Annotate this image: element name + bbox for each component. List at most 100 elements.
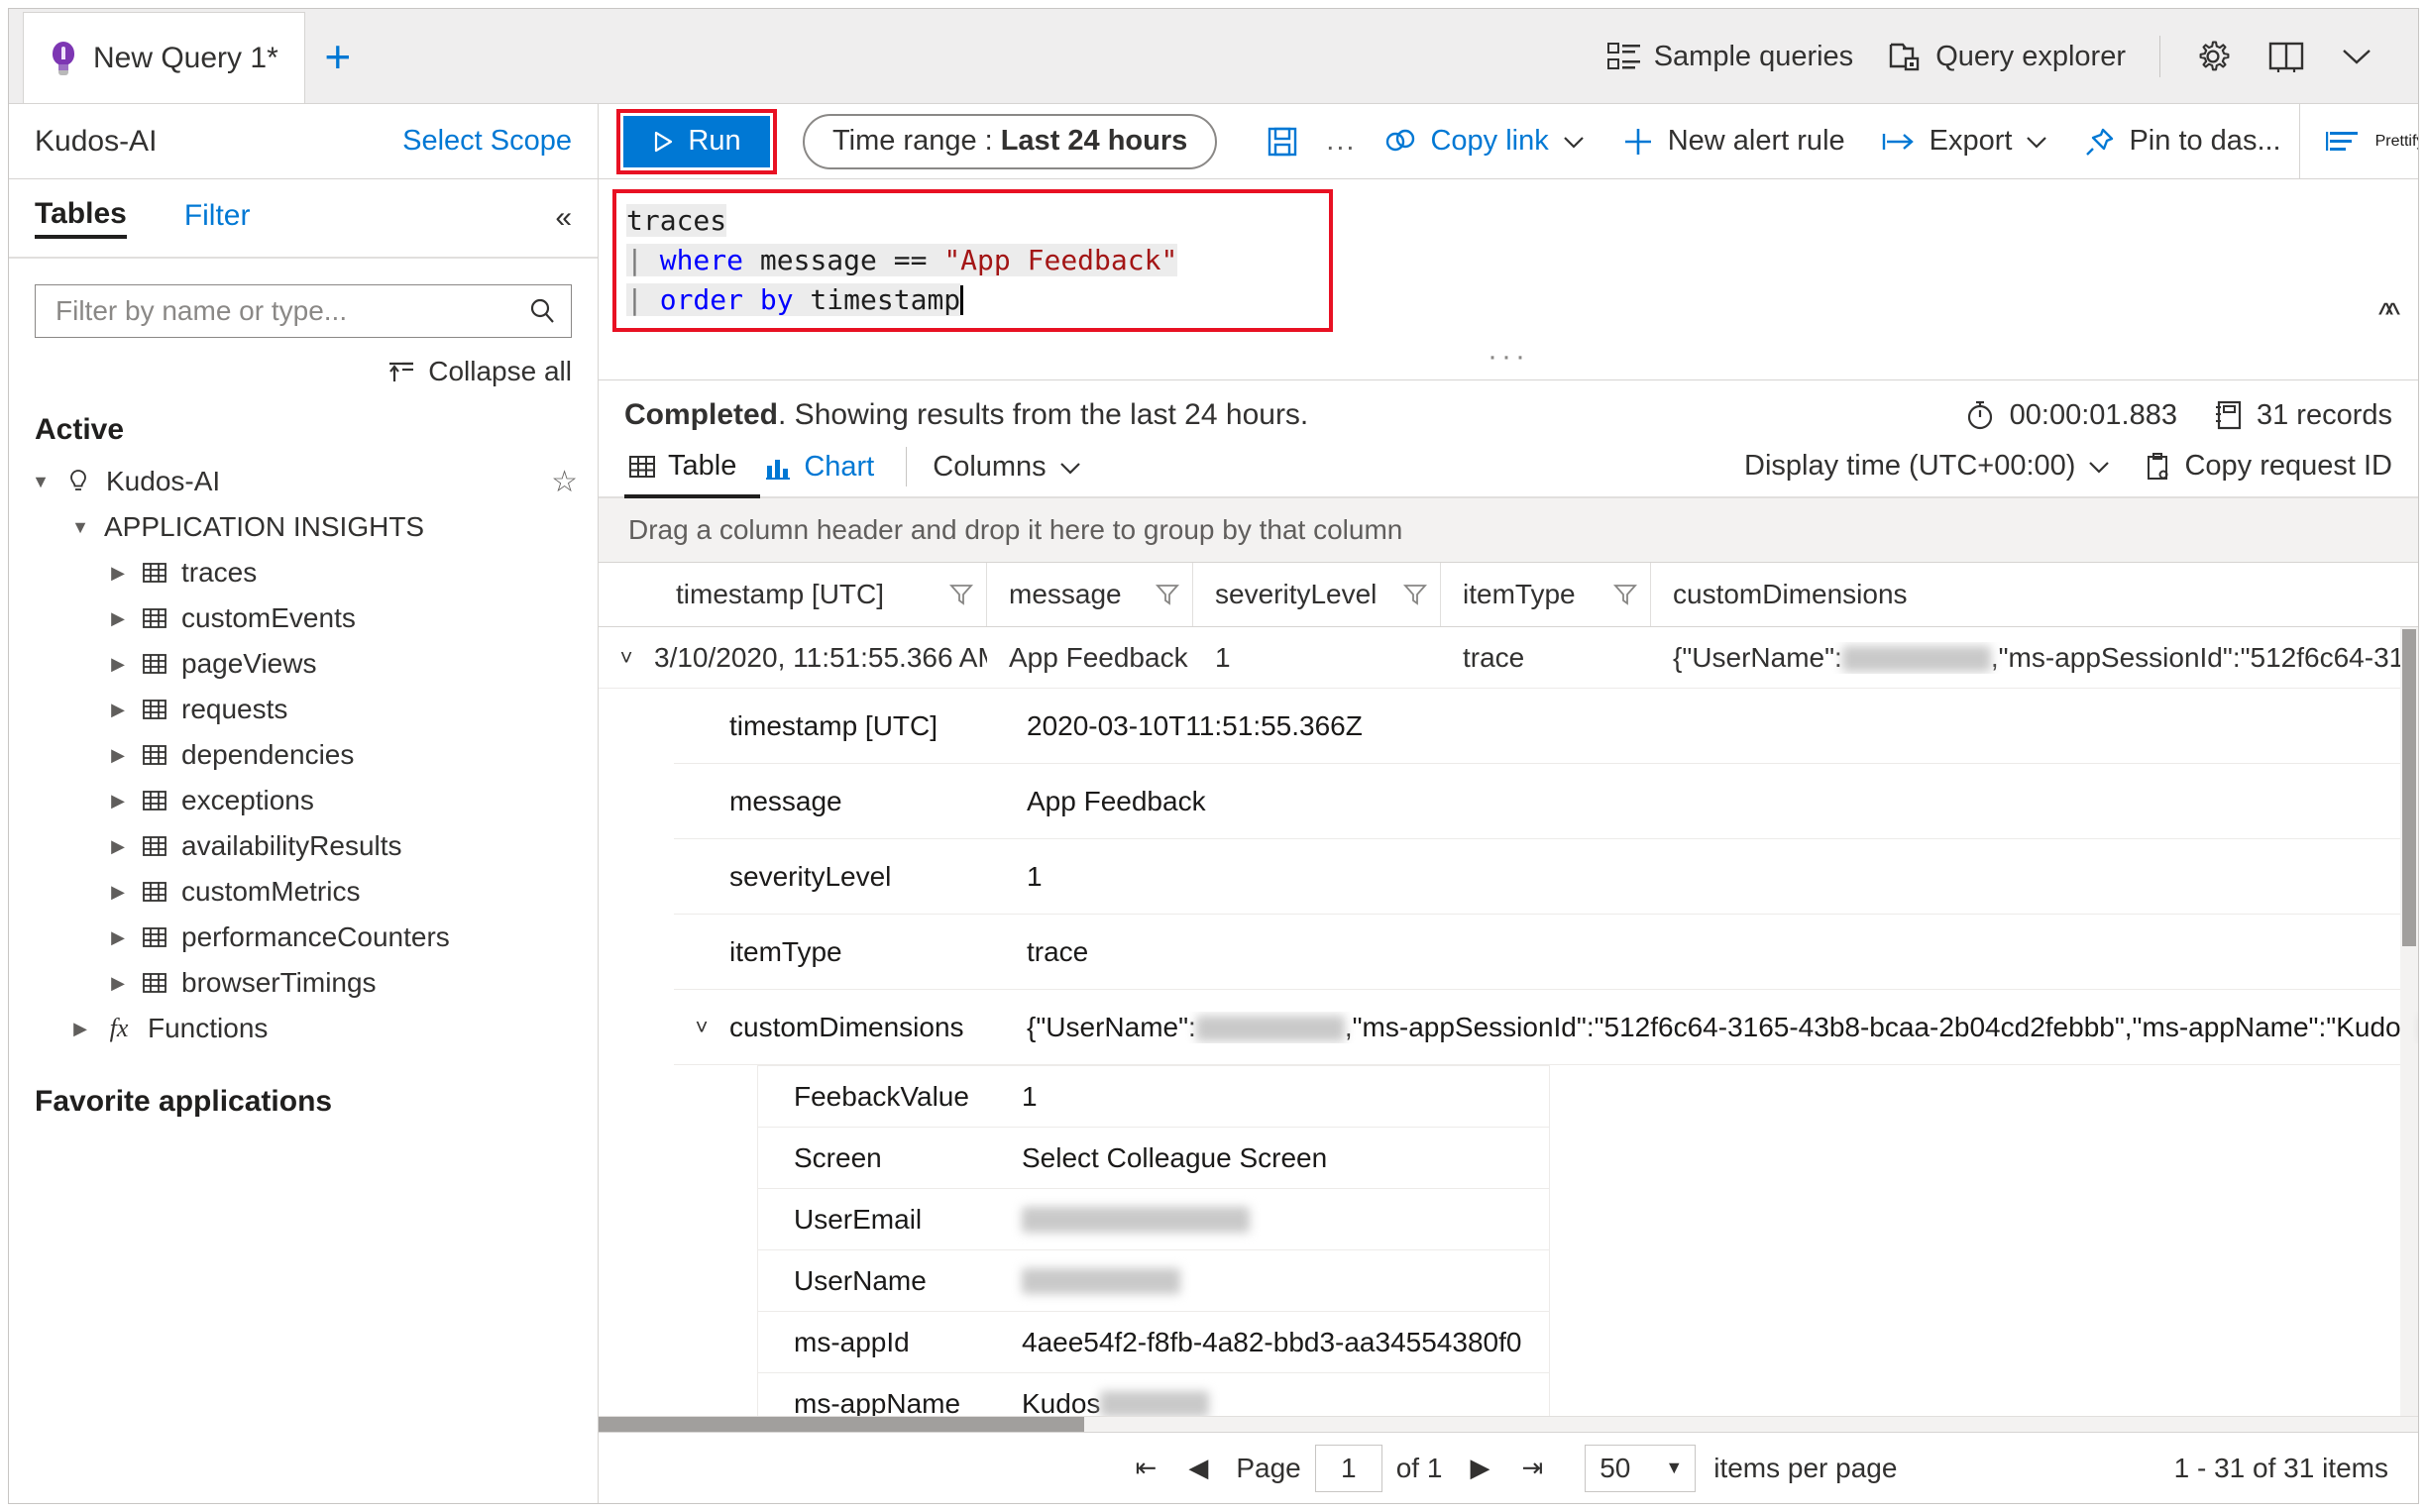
group-by-dropzone[interactable]: Drag a column header and drop it here to… [599,498,2418,563]
custom-dimension-row: ms-appId 4aee54f2-f8fb-4a82-bbd3-aa345543… [758,1312,1549,1373]
search-input[interactable] [54,294,527,328]
chevron-down-icon [2025,133,2048,151]
gear-icon [2194,38,2232,75]
book-icon [2267,40,2305,73]
column-header-message[interactable]: message [987,563,1193,626]
pane-tabs: Tables Filter « [9,179,598,259]
table-icon [142,560,167,586]
grid-body: ˅ 3/10/2020, 11:51:55.366 AM App Feedbac… [599,627,2418,1416]
query-explorer-button[interactable]: Query explorer [1871,33,2144,80]
custom-dimension-value: 4aee54f2-f8fb-4a82-bbd3-aa34554380f0 [1022,1326,1522,1357]
custom-dimension-value: Kudos [1022,1387,1101,1417]
pin-to-dashboard-button[interactable]: Pin to das... [2066,118,2298,165]
display-time-dropdown[interactable]: Display time (UTC+00:00) [1744,450,2111,483]
caret-right-icon: ▶ [111,744,125,765]
vertical-scrollbar-track[interactable] [2400,627,2418,1416]
tree-node-table[interactable]: ▶ exceptions [9,778,598,823]
custom-dimension-row: Screen Select Colleague Screen [758,1128,1549,1189]
new-tab-button[interactable]: + [305,24,371,89]
export-button[interactable]: Export [1863,119,2067,163]
tree-node-table[interactable]: ▶ traces [9,550,598,595]
tree-node-table[interactable]: ▶ availabilityResults [9,823,598,869]
tree-group-application-insights[interactable]: ▼ APPLICATION INSIGHTS [9,504,598,550]
column-header-severitylevel[interactable]: severityLevel [1193,563,1441,626]
run-button[interactable]: Run [623,115,770,167]
more-chevron-button[interactable] [2323,38,2390,75]
help-book-button[interactable] [2250,32,2323,81]
custom-dimension-key: UserName [794,1264,927,1296]
tab-tables[interactable]: Tables [35,197,127,239]
sample-queries-button[interactable]: Sample queries [1590,34,1872,79]
tree-node-table-label: exceptions [181,785,314,815]
new-alert-rule-button[interactable]: New alert rule [1603,117,1863,166]
query-line-3: | order by timestamp [626,280,1319,320]
tree-node-root[interactable]: ▼ Kudos-AI ☆ [9,459,598,504]
save-button[interactable] [1249,118,1316,165]
horizontal-scrollbar-thumb[interactable] [599,1417,1084,1432]
previous-page-button[interactable]: ◀ [1172,1453,1224,1483]
tree-node-table[interactable]: ▶ customMetrics [9,869,598,915]
tree-node-table[interactable]: ▶ pageViews [9,641,598,687]
caret-right-icon: ▶ [111,607,125,628]
last-page-button[interactable]: ⇥ [1505,1453,1559,1483]
vertical-scrollbar-thumb[interactable] [2402,629,2416,946]
tree-node-table[interactable]: ▶ browserTimings [9,960,598,1006]
tables-tree: ▼ Kudos-AI ☆ ▼ APPLICATION INSIGHTS ▶ tra… [9,453,598,1051]
copy-link-button[interactable]: Copy link [1366,119,1602,164]
tab-table[interactable]: Table [624,446,761,498]
detail-value: 2020-03-10T11:51:55.366Z [1027,709,1363,741]
copy-request-id-button[interactable]: Copy request ID [2145,450,2392,483]
tree-node-table[interactable]: ▶ performanceCounters [9,915,598,960]
tree-node-table-label: requests [181,694,288,724]
settings-button[interactable] [2176,30,2250,83]
collapse-pane-icon[interactable]: « [555,201,572,235]
query-command-group: Run Time range : Last 24 hours ... Copy … [599,104,2418,178]
scope-selector[interactable]: Kudos-AI Select Scope [9,104,599,178]
favorite-star-icon[interactable]: ☆ [551,465,578,499]
tree-node-table[interactable]: ▶ customEvents [9,595,598,641]
first-page-button[interactable]: ⇤ [1120,1453,1173,1483]
tab-filter[interactable]: Filter [184,199,251,237]
page-number-input[interactable]: 1 [1314,1444,1382,1492]
query-editor[interactable]: traces | where message == "App Feedback"… [612,189,1333,332]
tree-node-table[interactable]: ▶ requests [9,687,598,732]
columns-label: Columns [933,451,1047,483]
sample-queries-label: Sample queries [1653,40,1854,72]
prettify-button[interactable]: Prettify... [2298,104,2418,178]
columns-dropdown[interactable]: Columns [929,447,1099,495]
column-header-customdimensions[interactable]: customDimensions [1651,563,2418,626]
prettify-label: Prettify... [2374,132,2418,150]
next-page-button[interactable]: ▶ [1442,1453,1505,1483]
search-icon [527,296,557,326]
table-row[interactable]: ˅ 3/10/2020, 11:51:55.366 AM App Feedbac… [599,627,2418,689]
pagination-bar: ⇤ ◀ Page 1 of 1 ▶ ⇥ 50 ▼ items per page … [599,1432,2418,1503]
tab-chart[interactable]: Chart [760,447,892,495]
row-expander-icon[interactable]: ˅ [674,1015,729,1040]
table-icon [142,970,167,996]
record-count: 31 records [2213,399,2392,432]
splitter-handle[interactable]: ··· [599,332,2418,380]
row-expander-icon[interactable]: ˅ [599,645,654,671]
tree-node-table[interactable]: ▶ dependencies [9,732,598,778]
items-per-page-select[interactable]: 50 ▼ [1585,1444,1697,1492]
filter-icon[interactable] [1388,582,1428,607]
detail-value-customdimensions: {"UserName": ,"ms-appSessionId":"512f6c64… [1027,1012,2418,1043]
filter-icon[interactable] [1599,582,1638,607]
filter-icon[interactable] [935,582,974,607]
row-detail-customdimensions[interactable]: ˅ customDimensions {"UserName": ,"ms-appS… [674,990,2418,1065]
collapse-editor-icon[interactable]: ^^ [2378,296,2400,333]
collapse-all-button[interactable]: Collapse all [9,338,598,387]
time-range-picker[interactable]: Time range : Last 24 hours [803,113,1218,169]
save-overflow-ellipsis[interactable]: ... [1316,125,1366,158]
horizontal-scrollbar-track[interactable] [599,1416,2418,1432]
filter-icon[interactable] [1141,582,1180,607]
query-tab[interactable]: New Query 1* [23,12,305,103]
select-scope-link[interactable]: Select Scope [402,125,572,158]
column-header-timestamp[interactable]: timestamp [UTC] [654,563,987,626]
tree-node-table-label: availabilityResults [181,830,402,861]
column-header-itemtype[interactable]: itemType [1441,563,1651,626]
list-icon [1606,42,1641,71]
clipboard-icon [2145,452,2172,482]
tree-node-functions[interactable]: ▶ fx Functions [9,1006,598,1051]
table-filter-box[interactable] [35,284,572,338]
